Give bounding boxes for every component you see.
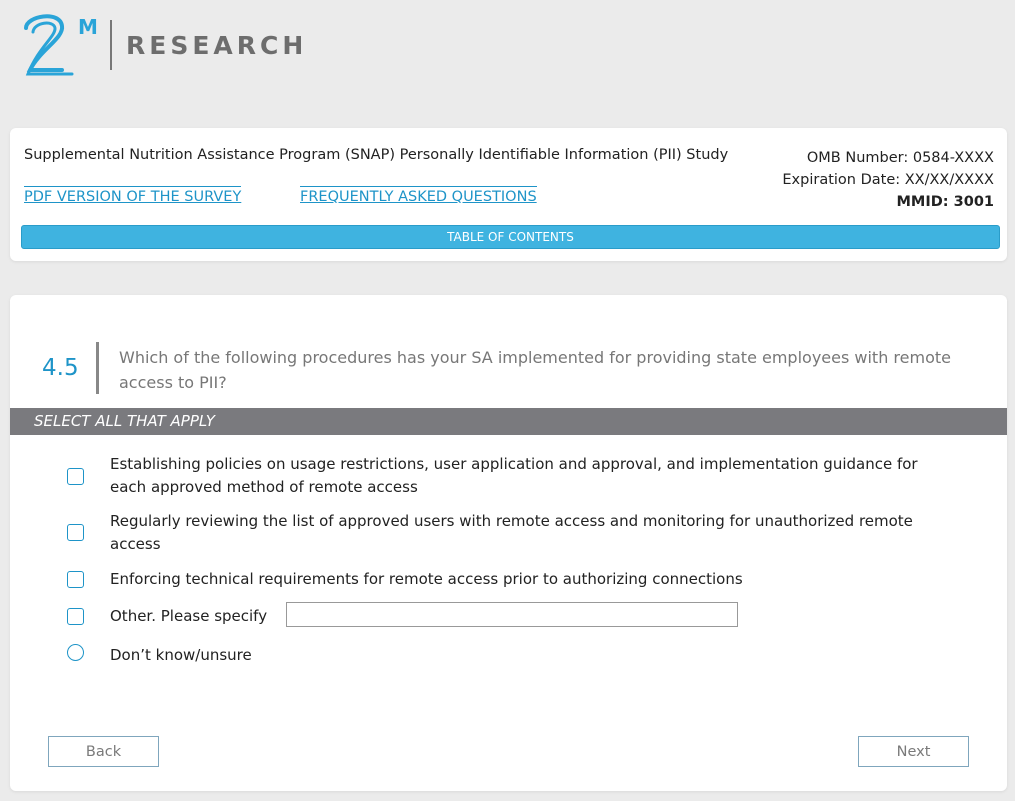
logo-superscript: M	[78, 15, 98, 39]
omb-info: OMB Number: 0584-XXXX Expiration Date: X…	[782, 147, 994, 213]
logo: M RESEARCH	[20, 10, 307, 80]
option-2-label[interactable]: Regularly reviewing the list of approved…	[110, 510, 940, 555]
option-3-label[interactable]: Enforcing technical requirements for rem…	[110, 568, 940, 591]
option-other-checkbox[interactable]	[67, 608, 84, 625]
expiration-date: Expiration Date: XX/XX/XXXX	[782, 172, 994, 188]
option-dont-know-radio[interactable]	[67, 644, 84, 661]
survey-header: Supplemental Nutrition Assistance Progra…	[10, 128, 1007, 261]
option-other-label[interactable]: Other. Please specify	[110, 605, 280, 628]
option-dont-know-label[interactable]: Don’t know/unsure	[110, 644, 940, 667]
pdf-version-link[interactable]: PDF VERSION OF THE SURVEY	[24, 186, 242, 205]
omb-number: OMB Number: 0584-XXXX	[806, 150, 994, 166]
other-specify-input[interactable]	[286, 602, 738, 627]
study-title: Supplemental Nutrition Assistance Progra…	[24, 147, 729, 163]
logo-wordmark: RESEARCH	[126, 30, 308, 60]
option-1-checkbox[interactable]	[67, 468, 84, 485]
question-card: 4.5 Which of the following procedures ha…	[10, 295, 1007, 791]
table-of-contents-button[interactable]: TABLE OF CONTENTS	[21, 225, 1000, 249]
option-3-checkbox[interactable]	[67, 571, 84, 588]
2m-logo-icon: M	[24, 14, 98, 76]
question-text: Which of the following procedures has yo…	[119, 348, 951, 392]
logo-divider	[110, 20, 112, 70]
question-divider	[96, 342, 99, 394]
option-1-label[interactable]: Establishing policies on usage restricti…	[110, 453, 940, 498]
back-button[interactable]: Back	[48, 736, 159, 767]
option-2-checkbox[interactable]	[67, 524, 84, 541]
question-number: 4.5	[42, 355, 79, 381]
faq-link[interactable]: FREQUENTLY ASKED QUESTIONS	[300, 186, 537, 205]
mmid: MMID: 3001	[896, 194, 995, 210]
next-button[interactable]: Next	[858, 736, 969, 767]
instruction-bar: SELECT ALL THAT APPLY	[10, 408, 1007, 435]
